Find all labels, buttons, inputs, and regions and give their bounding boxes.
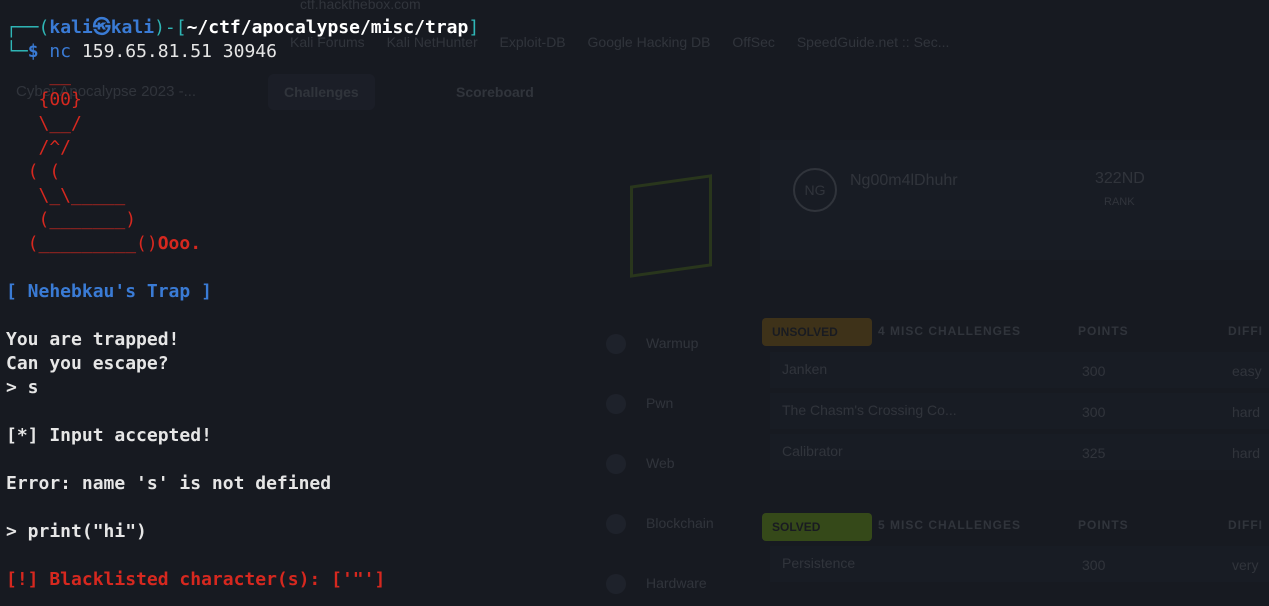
ascii-art-line: (_______): [6, 209, 137, 230]
prompt-dollar: $: [27, 41, 50, 62]
input-line: > print("hi"): [6, 521, 147, 542]
input-line: > s: [6, 377, 39, 398]
terminal[interactable]: ┌──(kali㉿kali)-[~/ctf/apocalypse/misc/tr…: [0, 0, 1269, 606]
command-name: nc: [49, 41, 72, 62]
ascii-art-line: /^/: [6, 137, 72, 158]
prompt-line: ┌──(kali㉿kali)-[~/ctf/apocalypse/misc/tr…: [6, 16, 479, 40]
ascii-art-text: (_________(): [6, 233, 158, 254]
trap-title: [ Nehebkau's Trap ]: [6, 281, 212, 302]
command-line: └─$ nc 159.65.81.51 30946: [6, 40, 277, 64]
output-line: Can you escape?: [6, 353, 169, 374]
ascii-art-line: (_________()Ooo.: [6, 232, 201, 256]
prompt-path: ~/ctf/apocalypse/misc/trap: [186, 17, 469, 38]
ascii-art-line: {00}: [6, 89, 82, 110]
ascii-art-line: \__/: [6, 113, 82, 134]
prompt-frame: └─: [6, 41, 28, 62]
prompt-frame: )-[: [154, 17, 187, 38]
output-line: You are trapped!: [6, 329, 180, 350]
prompt-user: kali㉿kali: [49, 17, 155, 38]
output-line: [*] Input accepted!: [6, 425, 212, 446]
prompt-frame: ]: [468, 17, 480, 38]
prompt-frame: ┌──(: [6, 17, 50, 38]
ascii-art-tail: Ooo.: [157, 233, 202, 254]
ascii-art-line: ( (: [6, 161, 61, 182]
output-line: Error: name 's' is not defined: [6, 473, 332, 494]
ascii-art-line: \_\_____: [6, 185, 126, 206]
error-line: [!] Blacklisted character(s): ['"']: [6, 569, 386, 590]
command-args: 159.65.81.51 30946: [71, 41, 277, 62]
ascii-art-line: __: [6, 65, 72, 86]
